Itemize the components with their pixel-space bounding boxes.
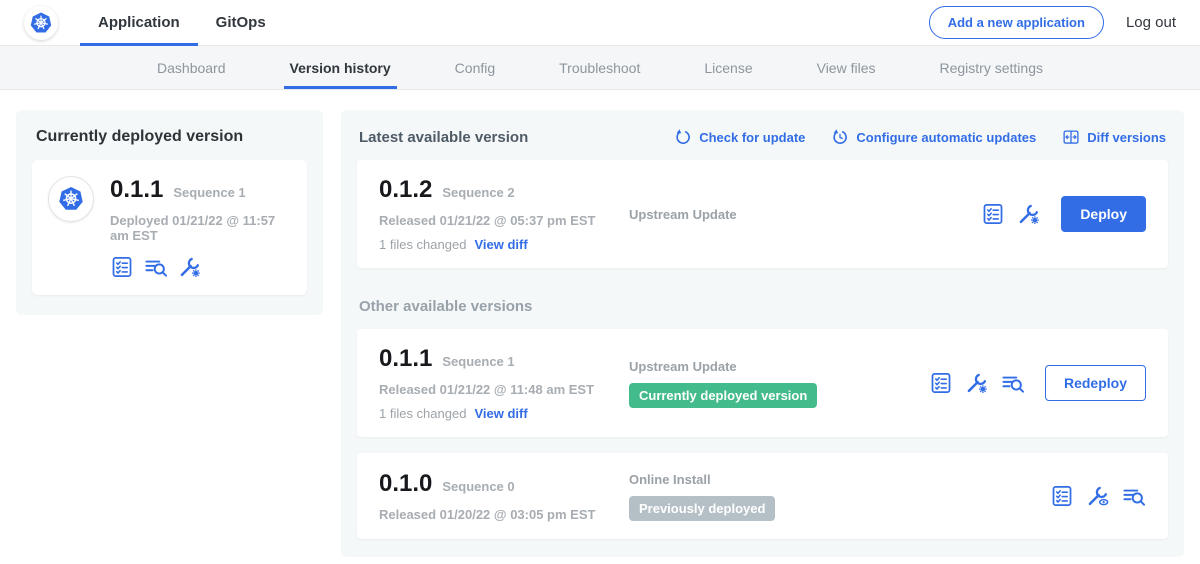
view-logs-icon[interactable] — [1001, 371, 1025, 395]
subnav-view-files[interactable]: View files — [817, 46, 876, 89]
subnav-dashboard[interactable]: Dashboard — [157, 46, 226, 89]
subnav-version-history[interactable]: Version history — [290, 46, 391, 89]
panel-actions: Check for update Configure automatic upd… — [674, 128, 1166, 146]
version-source-label: Upstream Update — [629, 207, 929, 222]
other-versions-title: Other available versions — [359, 298, 1166, 315]
edit-config-icon[interactable] — [965, 371, 989, 395]
released-timestamp: Released 01/21/22 @ 05:37 pm EST — [379, 213, 629, 228]
app-logo-icon — [48, 176, 94, 222]
app-tabs: Application GitOps — [80, 0, 284, 46]
app-header: Application GitOps Add a new application… — [0, 0, 1200, 46]
configure-automatic-updates-link[interactable]: Configure automatic updates — [831, 128, 1036, 146]
view-logs-icon[interactable] — [1122, 484, 1146, 508]
currently-deployed-badge: Currently deployed version — [629, 383, 817, 408]
files-changed-label: 1 files changed — [379, 406, 466, 421]
main-content: Currently deployed version 0.1.1 Sequenc… — [0, 90, 1200, 557]
view-logs-icon[interactable] — [144, 255, 168, 279]
deployed-timestamp: Deployed 01/21/22 @ 11:57 am EST — [110, 213, 291, 243]
schedule-update-icon — [831, 128, 849, 146]
version-source-label: Upstream Update — [629, 359, 929, 374]
logout-button[interactable]: Log out — [1126, 14, 1184, 31]
diff-versions-link[interactable]: Diff versions — [1062, 128, 1166, 146]
view-diff-link[interactable]: View diff — [474, 406, 527, 421]
checklist-icon[interactable] — [110, 255, 134, 279]
tab-application[interactable]: Application — [80, 0, 198, 46]
diff-icon — [1062, 128, 1080, 146]
version-history-panel: Latest available version Check for updat… — [341, 110, 1184, 557]
currently-deployed-card: Currently deployed version 0.1.1 Sequenc… — [16, 110, 323, 315]
version-label: 0.1.2 — [379, 176, 432, 204]
checklist-icon[interactable] — [1050, 484, 1074, 508]
add-application-button[interactable]: Add a new application — [929, 6, 1104, 39]
deployed-version-label: 0.1.1 — [110, 176, 163, 204]
redeploy-button[interactable]: Redeploy — [1045, 365, 1146, 401]
released-timestamp: Released 01/21/22 @ 11:48 am EST — [379, 382, 629, 397]
subnav-troubleshoot[interactable]: Troubleshoot — [559, 46, 640, 89]
refresh-icon — [674, 128, 692, 146]
checklist-icon[interactable] — [929, 371, 953, 395]
tab-application-label: Application — [98, 14, 180, 31]
version-row-0-1-1: 0.1.1 Sequence 1 Released 01/21/22 @ 11:… — [357, 329, 1168, 437]
version-row-0-1-2: 0.1.2 Sequence 2 Released 01/21/22 @ 05:… — [357, 160, 1168, 268]
kubernetes-logo-icon — [24, 6, 58, 40]
version-label: 0.1.1 — [379, 345, 432, 373]
previously-deployed-badge: Previously deployed — [629, 496, 775, 521]
edit-config-icon[interactable] — [178, 255, 202, 279]
released-timestamp: Released 01/20/22 @ 03:05 pm EST — [379, 507, 629, 522]
deployed-sequence-label: Sequence 1 — [173, 185, 245, 200]
edit-config-icon[interactable] — [1017, 202, 1041, 226]
tab-gitops-label: GitOps — [216, 14, 266, 31]
version-label: 0.1.0 — [379, 470, 432, 498]
version-source-label: Online Install — [629, 472, 929, 487]
files-changed-label: 1 files changed — [379, 237, 466, 252]
sequence-label: Sequence 2 — [442, 185, 514, 200]
view-config-icon[interactable] — [1086, 484, 1110, 508]
subnav-config[interactable]: Config — [455, 46, 495, 89]
deploy-button[interactable]: Deploy — [1061, 196, 1146, 232]
sequence-label: Sequence 1 — [442, 354, 514, 369]
version-row-0-1-0: 0.1.0 Sequence 0 Released 01/20/22 @ 03:… — [357, 453, 1168, 539]
latest-version-title: Latest available version — [359, 129, 528, 146]
subnav-registry-settings[interactable]: Registry settings — [940, 46, 1043, 89]
subnav-license[interactable]: License — [704, 46, 752, 89]
view-diff-link[interactable]: View diff — [474, 237, 527, 252]
checklist-icon[interactable] — [981, 202, 1005, 226]
tab-gitops[interactable]: GitOps — [198, 0, 284, 46]
deployed-version-card: 0.1.1 Sequence 1 Deployed 01/21/22 @ 11:… — [32, 160, 307, 295]
check-for-update-link[interactable]: Check for update — [674, 128, 805, 146]
header-actions: Add a new application Log out — [929, 6, 1184, 39]
sequence-label: Sequence 0 — [442, 479, 514, 494]
app-subnav: Dashboard Version history Config Trouble… — [0, 46, 1200, 90]
deployed-card-title: Currently deployed version — [36, 128, 307, 146]
